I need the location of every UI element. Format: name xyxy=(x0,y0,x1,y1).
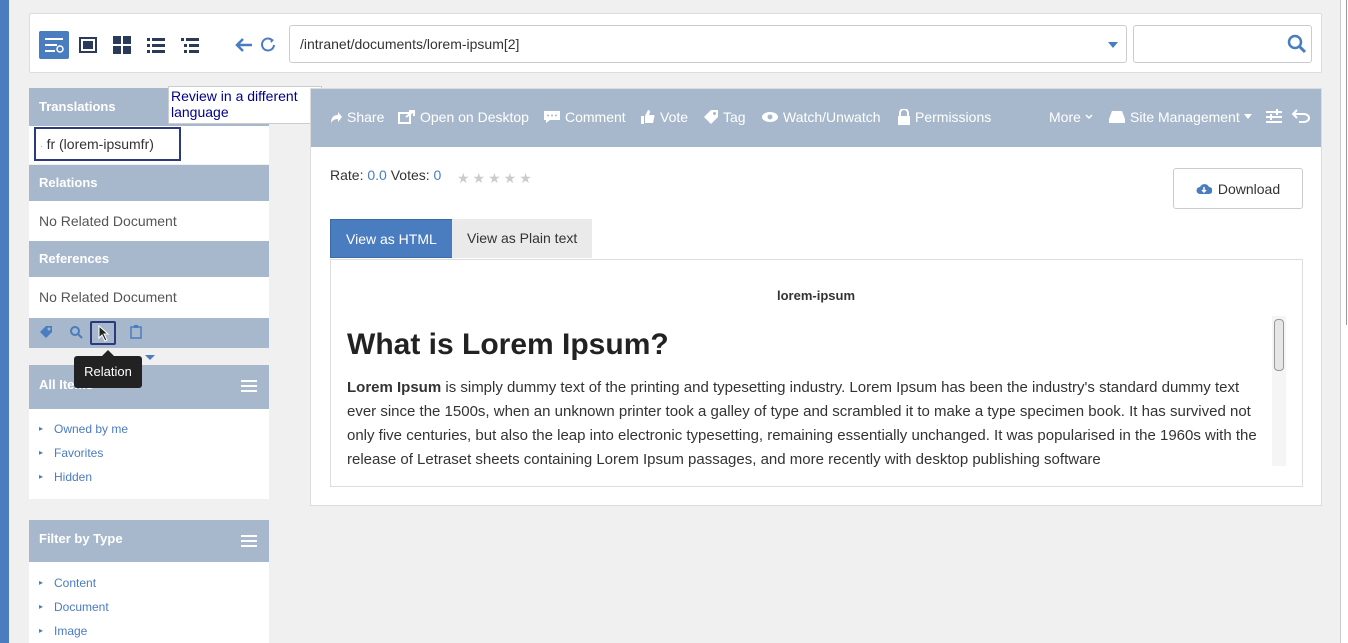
document-preview: lorem-ipsum What is Lorem Ipsum? Lorem I… xyxy=(330,259,1303,487)
more-menu[interactable]: More xyxy=(1049,109,1093,125)
relations-panel: No Related Document xyxy=(29,201,269,241)
rate-label: Rate: xyxy=(330,167,364,183)
settings-sliders-icon[interactable] xyxy=(1266,109,1282,123)
undo-icon[interactable] xyxy=(1292,109,1310,123)
list-item[interactable]: Favorites xyxy=(29,441,269,465)
list-item[interactable]: Owned by me xyxy=(29,417,269,441)
relations-heading: Relations xyxy=(29,165,269,201)
document-body-text: is simply dummy text of the printing and… xyxy=(347,379,1257,468)
document-heading: What is Lorem Ipsum? xyxy=(347,328,669,361)
document-viewer: Share Open on Desktop Comment Vote Tag W… xyxy=(310,88,1322,506)
document-scrollbar[interactable] xyxy=(1272,316,1286,466)
grid-view-icon[interactable] xyxy=(107,31,137,59)
page-scrollbar[interactable] xyxy=(1340,0,1348,643)
vote-button[interactable]: Vote xyxy=(640,109,688,125)
vote-label: Vote xyxy=(660,109,689,125)
share-button[interactable]: Share xyxy=(329,109,384,125)
tab-view-html[interactable]: View as HTML xyxy=(330,219,453,258)
votes-label: Votes: xyxy=(390,167,430,183)
list-item[interactable]: Hidden xyxy=(29,465,269,489)
clipboard-icon[interactable] xyxy=(129,325,143,342)
comment-button[interactable]: Comment xyxy=(543,109,626,125)
relation-icon[interactable] xyxy=(90,321,116,345)
page-scrollbar-thumb[interactable] xyxy=(1343,0,1347,325)
tag-button[interactable]: Tag xyxy=(703,109,746,125)
action-bar: Share Open on Desktop Comment Vote Tag W… xyxy=(311,89,1321,147)
tree-view-icon[interactable] xyxy=(175,31,205,59)
tag-label: Tag xyxy=(723,109,746,125)
fullscreen-view-icon[interactable] xyxy=(73,31,103,59)
comment-label: Comment xyxy=(565,109,626,125)
search-icon[interactable] xyxy=(69,325,83,342)
chevron-down-icon[interactable] xyxy=(145,355,155,360)
lock-icon xyxy=(898,109,910,125)
share-label: Share xyxy=(347,109,385,125)
document-title: lorem-ipsum xyxy=(776,288,855,303)
rating-info: Rate: 0.0 Votes: 0 xyxy=(330,167,441,183)
relation-tooltip: Relation xyxy=(74,350,142,388)
references-panel: No Related Document xyxy=(29,277,269,318)
refresh-icon[interactable] xyxy=(254,31,284,59)
watch-button[interactable]: Watch/Unwatch xyxy=(761,109,881,125)
download-button[interactable]: Download xyxy=(1173,168,1303,209)
all-items-panel: Owned by me Favorites Hidden xyxy=(29,409,269,499)
bullet-icon: · xyxy=(40,142,43,151)
tag-icon xyxy=(704,110,718,124)
open-desktop-button[interactable]: Open on Desktop xyxy=(398,109,529,125)
rate-value: 0.0 xyxy=(367,167,387,183)
download-label: Download xyxy=(1217,180,1281,197)
comment-icon xyxy=(544,111,560,123)
share-icon xyxy=(331,112,342,123)
document-scrollbar-thumb[interactable] xyxy=(1274,319,1284,371)
search-icon[interactable] xyxy=(1287,34,1307,57)
left-edge-bar xyxy=(0,0,9,643)
path-value: /intranet/documents/lorem-ipsum[2] xyxy=(300,36,520,52)
star-rating[interactable]: ★★★★★ xyxy=(457,170,535,187)
eye-icon xyxy=(762,112,778,122)
list-item[interactable]: Document xyxy=(29,595,269,619)
drive-icon xyxy=(1109,111,1125,123)
references-empty: No Related Document xyxy=(39,289,177,305)
thumbs-up-icon xyxy=(641,110,655,124)
open-desktop-label: Open on Desktop xyxy=(420,109,529,125)
chevron-down-icon[interactable] xyxy=(1108,42,1118,48)
filter-icon[interactable] xyxy=(241,380,257,392)
sidebar-toolstrip xyxy=(29,318,269,348)
permissions-button[interactable]: Permissions xyxy=(897,109,991,125)
more-label: More xyxy=(1049,109,1081,125)
relations-empty: No Related Document xyxy=(39,213,177,229)
tag-icon[interactable] xyxy=(39,325,53,342)
filter-type-heading: Filter by Type xyxy=(29,520,269,562)
translation-item-label: fr (lorem-ipsumfr) xyxy=(46,136,154,152)
tab-view-plain-text[interactable]: View as Plain text xyxy=(452,219,593,258)
translations-tooltip: Review in a different language xyxy=(168,86,322,124)
all-items-heading: All Items xyxy=(29,365,269,409)
filter-type-heading-label: Filter by Type xyxy=(39,531,123,546)
translation-item[interactable]: · fr (lorem-ipsumfr) xyxy=(34,127,181,161)
list-item[interactable]: Content xyxy=(29,571,269,595)
cloud-download-icon xyxy=(1196,183,1212,194)
site-management-label: Site Management xyxy=(1130,109,1240,125)
chevron-down-icon xyxy=(1085,114,1093,120)
details-view-icon[interactable] xyxy=(39,31,69,59)
top-toolbar: /intranet/documents/lorem-ipsum[2] xyxy=(29,13,1322,73)
caret-down-icon xyxy=(1243,114,1252,119)
site-management-menu[interactable]: Site Management xyxy=(1108,109,1252,125)
filter-icon[interactable] xyxy=(241,535,257,547)
filter-type-panel: Content Document Image xyxy=(29,562,269,643)
external-link-icon xyxy=(398,110,415,124)
path-input[interactable]: /intranet/documents/lorem-ipsum[2] xyxy=(289,25,1127,63)
search-input[interactable] xyxy=(1133,25,1312,63)
permissions-label: Permissions xyxy=(915,109,992,125)
references-heading: References xyxy=(29,241,269,277)
document-body: Lorem Ipsum is simply dummy text of the … xyxy=(347,376,1272,472)
votes-value: 0 xyxy=(433,167,442,183)
document-lead: Lorem Ipsum xyxy=(347,379,442,396)
watch-label: Watch/Unwatch xyxy=(783,109,881,125)
list-item[interactable]: Image xyxy=(29,619,269,643)
list-view-icon[interactable] xyxy=(141,31,171,59)
